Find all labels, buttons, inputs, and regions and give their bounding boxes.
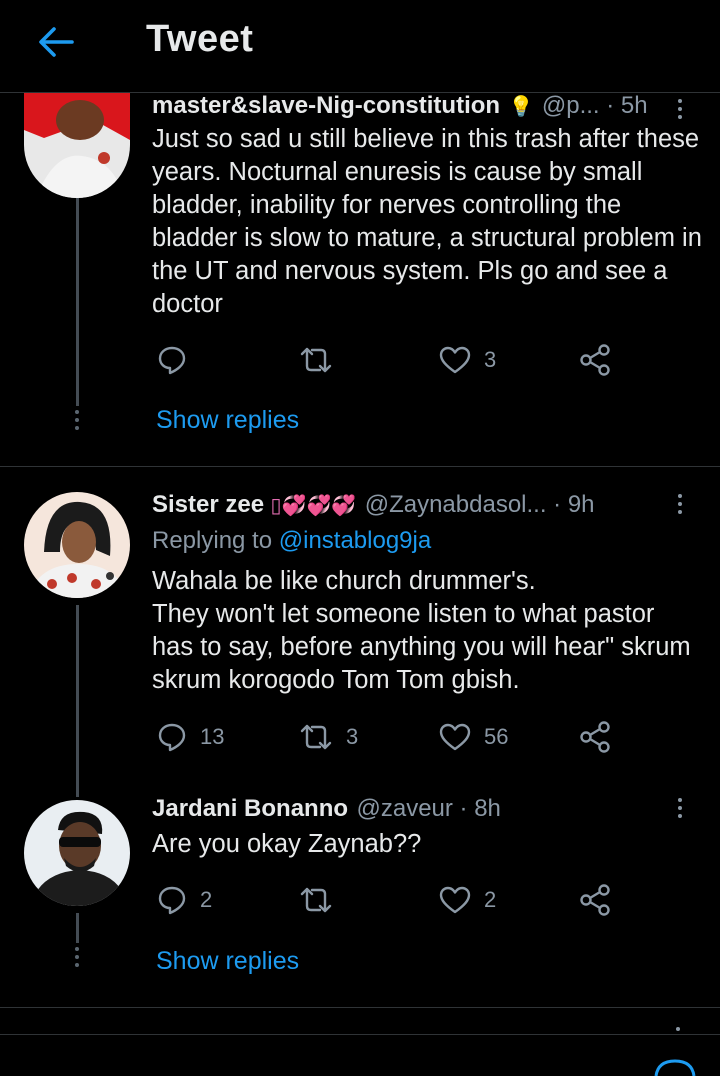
more-options-button[interactable] [672, 491, 688, 521]
like-button[interactable]: 56 [438, 719, 508, 755]
thread-dots [74, 947, 80, 971]
like-count: 56 [484, 724, 509, 749]
share-icon [580, 884, 610, 916]
show-replies-link[interactable]: Show replies [156, 406, 299, 435]
more-vertical-icon [676, 1027, 680, 1031]
lightbulb-icon: 💡 [508, 96, 534, 118]
handle-time: @Zaynabdasol... · 9h [364, 491, 595, 518]
heart-icon [439, 723, 471, 751]
like-button[interactable]: 2 [438, 882, 496, 918]
tweet-text: Wahala be like church drummer's. They wo… [152, 567, 691, 694]
thread-line [76, 198, 79, 406]
heart-icon [439, 346, 471, 374]
thread-line [76, 913, 79, 943]
top-app-bar: Tweet [0, 0, 720, 93]
thread-line [76, 605, 79, 797]
retweet-button[interactable]: 3 [298, 719, 358, 755]
reply-count: 2 [200, 887, 213, 912]
avatar[interactable] [24, 80, 130, 198]
share-button[interactable] [578, 342, 612, 378]
more-options-button[interactable] [672, 96, 688, 126]
tweet-text: Just so sad u still believe in this tras… [152, 125, 702, 318]
compose-fab-icon[interactable] [650, 1059, 700, 1076]
avatar-image [24, 80, 130, 198]
display-name[interactable]: Sister zee [152, 491, 264, 518]
tweet-header: Sister zee ▯💞💞💞 @Zaynabdasol... · 9h [152, 491, 595, 519]
reply-button[interactable] [156, 342, 188, 378]
like-count: 2 [484, 887, 497, 912]
back-button[interactable] [34, 22, 78, 62]
tweet-header: Jardani Bonanno @zaveur · 8h [152, 795, 501, 823]
reply-icon [158, 346, 186, 375]
retweet-button[interactable] [298, 342, 334, 378]
reply-icon [158, 723, 186, 752]
handle-time: @zaveur · 8h [356, 795, 501, 822]
avatar-image [24, 800, 130, 906]
retweet-count: 3 [346, 724, 359, 749]
tweet-header: master&slave-Nig-constitution 💡 @p... · … [152, 92, 648, 120]
avatar[interactable] [24, 492, 130, 598]
divider [0, 1007, 720, 1008]
thread-dots [74, 410, 80, 434]
retweet-icon [300, 887, 332, 913]
retweet-icon [300, 347, 332, 373]
heart-emoji-icon: ▯💞💞💞 [270, 495, 357, 517]
more-vertical-icon [672, 798, 688, 818]
replying-to-label: Replying to [152, 527, 273, 554]
tweet-3[interactable]: Jardani Bonanno @zaveur · 8h Are you oka… [0, 787, 720, 1007]
display-name[interactable]: master&slave-Nig-constitution [152, 92, 500, 119]
share-icon [580, 721, 610, 753]
replying-to-handle[interactable]: @instablog9ja [279, 527, 431, 554]
like-button[interactable]: 3 [438, 342, 496, 378]
handle-time: @p... · 5h [541, 92, 648, 119]
retweet-button[interactable] [298, 882, 334, 918]
reply-count: 13 [200, 724, 225, 749]
more-options-button[interactable] [672, 795, 688, 825]
tweet-2[interactable]: Sister zee ▯💞💞💞 @Zaynabdasol... · 9h Rep… [0, 467, 720, 797]
replying-to: Replying to @instablog9ja [152, 527, 431, 555]
show-replies-link[interactable]: Show replies [156, 947, 299, 976]
bottom-bar [0, 1027, 720, 1076]
page-title: Tweet [146, 18, 254, 60]
tweet-1[interactable]: master&slave-Nig-constitution 💡 @p... · … [0, 80, 720, 466]
avatar-image [24, 492, 130, 598]
heart-icon [439, 886, 471, 914]
arrow-left-icon [39, 27, 74, 57]
more-vertical-icon [672, 99, 688, 119]
reply-icon [158, 886, 186, 915]
share-button[interactable] [578, 882, 612, 918]
retweet-icon [300, 724, 332, 750]
share-button[interactable] [578, 719, 612, 755]
reply-button[interactable]: 13 [156, 719, 224, 755]
more-vertical-icon [672, 494, 688, 514]
reply-button[interactable]: 2 [156, 882, 212, 918]
tweet-text: Are you okay Zaynab?? [152, 830, 422, 858]
display-name[interactable]: Jardani Bonanno [152, 795, 348, 822]
share-icon [580, 344, 610, 376]
like-count: 3 [484, 347, 497, 372]
avatar[interactable] [24, 800, 130, 906]
